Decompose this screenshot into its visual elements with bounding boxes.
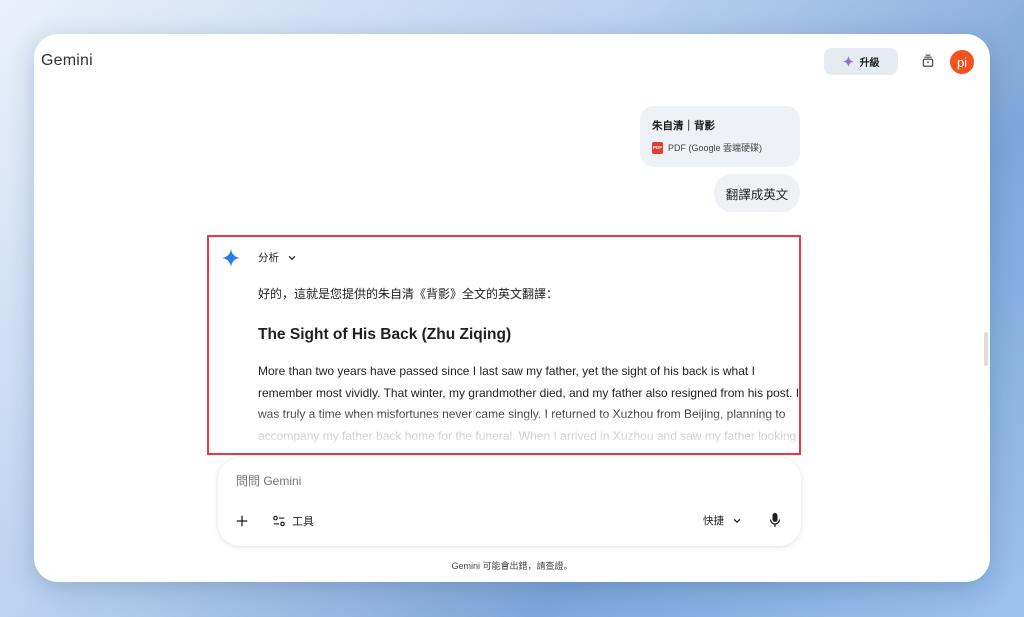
model-selector-label: 快捷 (703, 515, 724, 527)
model-response: 分析 好的，這就是您提供的朱自清《背影》全文的英文翻譯： The Sight o… (207, 235, 801, 455)
response-title: The Sight of His Back (Zhu Ziqing) (258, 326, 512, 343)
prompt-input[interactable] (236, 474, 776, 488)
app-window: Gemini 升級 pi 朱自清｜背影 PDF PDF (Google 雲端硬碟… (34, 34, 990, 582)
avatar[interactable]: pi (950, 50, 974, 74)
file-type-label: PDF (Google 雲端硬碟) (668, 143, 763, 153)
file-type-row: PDF PDF (Google 雲端硬碟) (652, 141, 788, 154)
prompt-composer: 工具 快捷 (218, 458, 801, 546)
file-name: 朱自清｜背影 (652, 120, 715, 132)
disclaimer: Gemini 可能會出錯，請查證。 (451, 561, 573, 571)
tools-icon (273, 515, 285, 527)
tools-button[interactable]: 工具 (272, 513, 314, 529)
response-body: More than two years have passed since I … (258, 364, 800, 453)
scrollbar[interactable] (984, 332, 988, 366)
gemini-spark-icon (842, 56, 854, 67)
pdf-icon: PDF (652, 141, 663, 154)
chevron-down-icon (288, 255, 296, 260)
history-icon[interactable] (921, 54, 935, 68)
tools-label: 工具 (292, 516, 314, 528)
response-intro: 好的，這就是您提供的朱自清《背影》全文的英文翻譯： (258, 287, 559, 301)
microphone-icon[interactable] (769, 512, 781, 528)
upgrade-button[interactable]: 升級 (824, 48, 898, 75)
attached-file-card[interactable]: 朱自清｜背影 PDF PDF (Google 雲端硬碟) (640, 106, 800, 167)
add-attachment-icon[interactable] (235, 514, 249, 528)
gemini-spark-icon (222, 249, 240, 267)
chevron-down-icon (733, 518, 741, 523)
user-message: 翻譯成英文 (714, 174, 800, 212)
model-selector[interactable]: 快捷 (703, 513, 742, 528)
app-title[interactable]: Gemini (41, 52, 93, 70)
analysis-toggle[interactable]: 分析 (258, 250, 297, 265)
analysis-label: 分析 (258, 252, 279, 264)
upgrade-label: 升級 (859, 58, 880, 69)
